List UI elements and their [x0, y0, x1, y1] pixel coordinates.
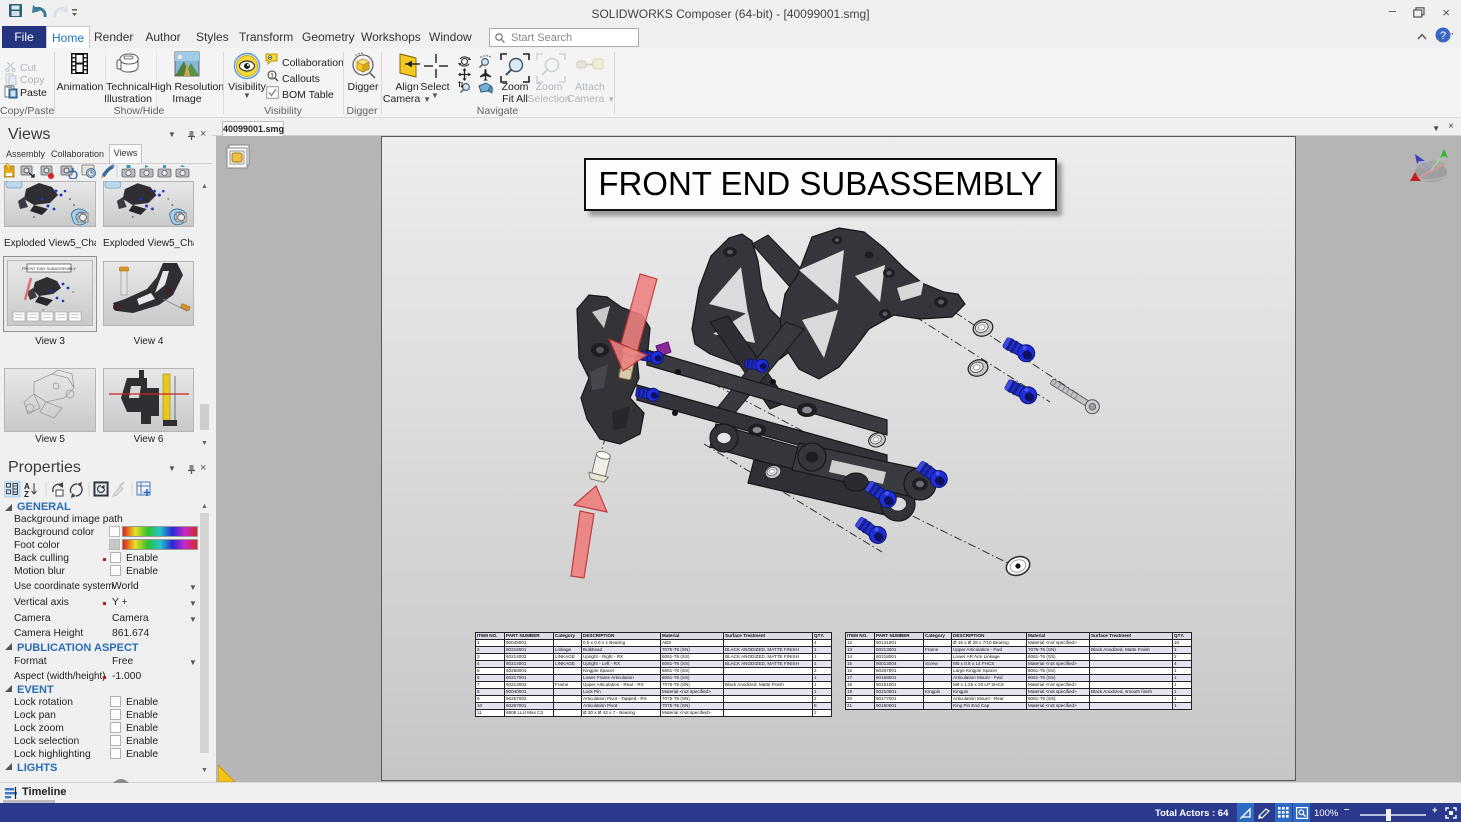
svg-text:Z: Z — [24, 490, 29, 498]
svg-text:?: ? — [1440, 30, 1446, 42]
svg-text:FRONT END SUBASSEMBLY: FRONT END SUBASSEMBLY — [22, 266, 76, 271]
svg-text:1: 1 — [270, 73, 274, 80]
